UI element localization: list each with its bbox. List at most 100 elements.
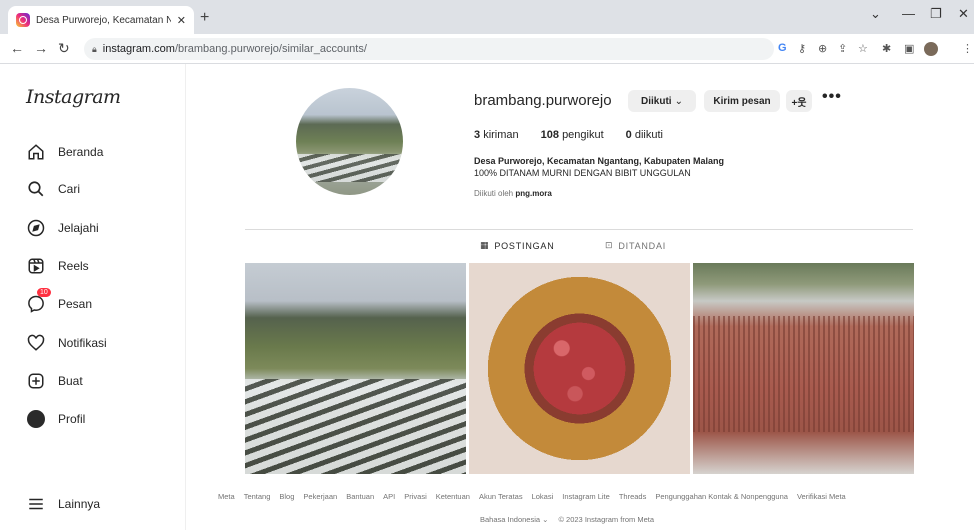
tab-search-icon[interactable]: ⌄ [870, 6, 881, 22]
instagram-favicon-icon [16, 13, 30, 27]
reload-icon[interactable]: ↻ [58, 40, 70, 57]
google-icon[interactable]: G [778, 42, 787, 54]
tab-tagged-label: DITANDAI [618, 240, 667, 251]
avatar-icon [26, 409, 46, 429]
copyright: © 2023 Instagram from Meta [558, 515, 655, 524]
profile-stats: 3 kiriman 108 pengikut 0 diikuti [474, 129, 663, 141]
posts-stat[interactable]: 3 kiriman [474, 129, 519, 141]
heart-icon [26, 333, 46, 353]
share-icon[interactable]: ⇪ [838, 42, 847, 55]
sidebar-item-label: Buat [58, 374, 83, 388]
messenger-icon: 10 [26, 288, 51, 314]
followers-stat[interactable]: 108 pengikut [541, 129, 604, 141]
chevron-down-icon: ⌄ [674, 95, 683, 107]
url-domain: instagram.com [102, 43, 175, 55]
more-options-icon[interactable]: ••• [822, 88, 842, 106]
footer-link[interactable]: Privasi [404, 492, 427, 501]
sidebar-item-label: Pesan [58, 297, 93, 311]
bio-name: Desa Purworejo, Kecamatan Ngantang, Kabu… [474, 156, 725, 166]
sidebar-item-notifications[interactable]: Notifikasi [26, 333, 107, 353]
footer-link[interactable]: Lokasi [532, 492, 554, 501]
browser-profile-avatar[interactable] [924, 42, 938, 56]
extensions-icon[interactable]: ✱ [882, 42, 891, 55]
install-app-icon[interactable]: ⊕ [818, 42, 827, 55]
footer-link[interactable]: API [383, 492, 395, 501]
post-thumbnail-field[interactable] [245, 263, 466, 474]
tab-tagged[interactable]: ⊡ DITANDAI [605, 240, 666, 251]
sidebar-item-home[interactable]: Beranda [26, 142, 103, 162]
following-button-label: Diikuti [641, 95, 672, 107]
minimize-button[interactable]: — [902, 6, 915, 21]
sidebar-item-search[interactable]: Cari [26, 179, 80, 199]
sidebar-item-create[interactable]: Buat [26, 371, 83, 391]
sidebar-item-label: Lainnya [58, 497, 101, 511]
footer-link[interactable]: Threads [619, 492, 647, 501]
sidepanel-icon[interactable]: ▣ [904, 42, 914, 55]
reels-icon [26, 256, 46, 276]
sidebar-item-explore[interactable]: Jelajahi [26, 218, 99, 238]
sidebar: Instagram Beranda Cari Jelajahi Reels 10… [0, 64, 186, 530]
messages-badge: 10 [37, 288, 51, 297]
search-icon [26, 179, 46, 199]
maximize-button[interactable]: ❐ [930, 6, 942, 22]
profile-username: brambang.purworejo [474, 92, 612, 109]
address-toolbar: ← → ↻ 🔒︎ instagram.com/brambang.purworej… [0, 34, 974, 64]
hamburger-menu-icon [26, 494, 46, 514]
footer-link[interactable]: Blog [279, 492, 294, 501]
followed-by[interactable]: Diikuti oleh png.mora [474, 189, 552, 198]
footer-link[interactable]: Pekerjaan [303, 492, 337, 501]
language-select[interactable]: Bahasa Indonesia ⌄ [480, 515, 548, 524]
compass-icon [26, 218, 46, 238]
url-path: /brambang.purworejo/similar_accounts/ [174, 43, 367, 55]
home-icon [26, 142, 46, 162]
back-icon[interactable]: ← [10, 40, 24, 56]
footer-link[interactable]: Pengunggahan Kontak & Nonpengguna [655, 492, 788, 501]
add-person-icon: +웃 [791, 97, 807, 109]
sidebar-item-label: Reels [58, 259, 89, 273]
tab-posts-label: POSTINGAN [494, 240, 555, 251]
browser-menu-icon[interactable]: ⋮ [962, 42, 973, 55]
following-stat[interactable]: 0 diikuti [626, 129, 663, 141]
sidebar-item-messages[interactable]: 10 Pesan [26, 288, 93, 314]
footer-link[interactable]: Verifikasi Meta [797, 492, 846, 501]
bio-text: 100% DITANAM MURNI DENGAN BIBIT UNGGULAN [474, 168, 691, 178]
browser-tab-bar: Desa Purworejo, Kecamatan Nga ✕ + ⌄ — ❐ … [0, 0, 974, 34]
sidebar-item-label: Notifikasi [58, 336, 107, 350]
sidebar-item-label: Profil [58, 412, 86, 426]
sidebar-item-label: Cari [58, 182, 81, 196]
profile-divider [245, 229, 913, 230]
sidebar-item-reels[interactable]: Reels [26, 256, 89, 276]
tag-icon: ⊡ [605, 240, 614, 250]
tab-posts[interactable]: ▦ POSTINGAN [480, 240, 555, 251]
post-thumbnail-drying[interactable] [693, 263, 914, 474]
sidebar-item-label: Beranda [58, 145, 104, 159]
grid-icon: ▦ [480, 240, 490, 250]
bookmark-star-icon[interactable]: ☆ [858, 42, 868, 55]
tab-close-icon[interactable]: ✕ [177, 14, 186, 27]
sidebar-item-profile[interactable]: Profil [26, 409, 85, 429]
footer-links: Meta Tentang Blog Pekerjaan Bantuan API … [218, 492, 962, 501]
close-window-button[interactable]: ✕ [958, 6, 969, 22]
footer-link[interactable]: Meta [218, 492, 235, 501]
footer-link[interactable]: Bantuan [346, 492, 374, 501]
footer-bottom: Bahasa Indonesia ⌄ © 2023 Instagram from… [480, 515, 654, 524]
plus-square-icon [26, 371, 46, 391]
suggest-accounts-button[interactable]: +웃 [786, 90, 812, 112]
key-icon[interactable]: ⚷ [798, 42, 806, 55]
footer-link[interactable]: Instagram Lite [562, 492, 610, 501]
profile-avatar[interactable] [296, 88, 403, 195]
forward-icon[interactable]: → [34, 40, 48, 56]
post-thumbnail-shallots[interactable] [469, 263, 690, 474]
instagram-logo[interactable]: Instagram [26, 86, 121, 108]
address-bar[interactable]: 🔒︎ instagram.com/brambang.purworejo/simi… [84, 38, 774, 60]
footer-link[interactable]: Ketentuan [436, 492, 470, 501]
message-button[interactable]: Kirim pesan [704, 90, 780, 112]
lock-icon: 🔒︎ [92, 43, 97, 54]
browser-tab[interactable]: Desa Purworejo, Kecamatan Nga ✕ [8, 6, 194, 34]
following-button[interactable]: Diikuti ⌄ [628, 90, 696, 112]
footer-link[interactable]: Akun Teratas [479, 492, 523, 501]
sidebar-item-more[interactable]: Lainnya [26, 494, 100, 514]
footer-link[interactable]: Tentang [244, 492, 271, 501]
new-tab-button[interactable]: + [200, 9, 209, 27]
sidebar-item-label: Jelajahi [58, 221, 99, 235]
